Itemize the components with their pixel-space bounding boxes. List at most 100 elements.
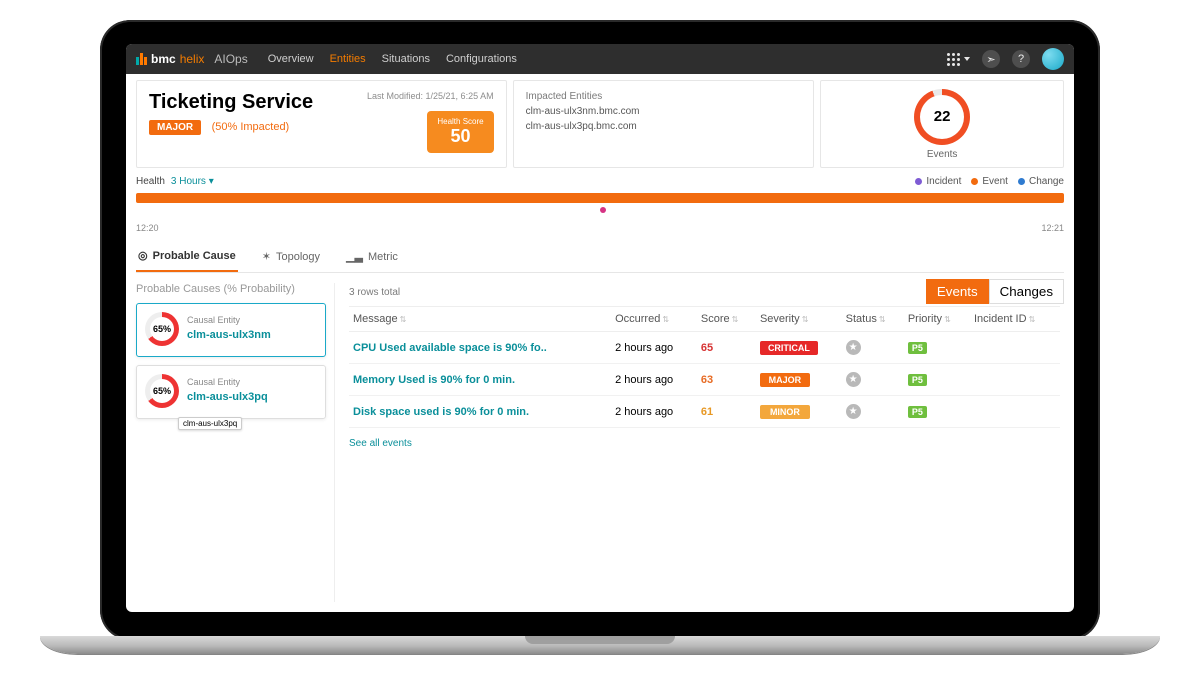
star-icon[interactable]: ★ [846,404,861,419]
star-icon[interactable]: ★ [846,340,861,355]
cell-message: Disk space used is 90% for 0 min. [349,396,611,428]
cell-score: 65 [697,332,756,364]
events-label: Events [927,149,958,160]
cell-incident [970,332,1060,364]
main-content: Probable Causes (% Probability) 65% Caus… [126,273,1074,612]
compass-icon[interactable]: ➣ [982,50,1000,68]
brand-main: bmc [151,52,176,66]
sort-icon: ⇅ [944,315,951,324]
cause-entity-link[interactable]: clm-aus-ulx3nm [187,329,271,341]
cell-incident [970,396,1060,428]
events-panel: Events Changes 3 rows total Message⇅ Occ… [334,283,1064,602]
causal-entity-label: Causal Entity [187,377,268,387]
sort-icon: ⇅ [802,315,809,324]
table-row[interactable]: Disk space used is 90% for 0 min. 2 hours… [349,396,1060,428]
cell-score: 63 [697,364,756,396]
health-range-select[interactable]: 3 Hours ▾ [171,176,214,187]
cell-score: 61 [697,396,756,428]
sort-icon: ⇅ [732,315,739,324]
cell-status: ★ [842,364,904,396]
toggle-events[interactable]: Events [926,279,989,304]
laptop-frame: bmc helix AIOps Overview Entities Situat… [100,20,1100,640]
cause-card[interactable]: 65% Causal Entity clm-aus-ulx3pq [136,365,326,419]
causal-entity-label: Causal Entity [187,315,271,325]
event-message-link[interactable]: Memory Used is 90% for 0 min. [353,374,515,386]
nav-configurations[interactable]: Configurations [446,53,517,65]
laptop-base [40,636,1160,654]
last-modified: Last Modified: 1/25/21, 6:25 AM [367,91,494,101]
cell-severity: MAJOR [756,364,842,396]
col-status[interactable]: Status⇅ [842,307,904,332]
health-label: Health [136,176,165,187]
col-message[interactable]: Message⇅ [349,307,611,332]
chart-icon: ▁▃ [346,250,363,263]
bmc-bars-icon [136,53,147,65]
user-avatar[interactable] [1042,48,1064,70]
events-changes-toggle: Events Changes [926,279,1064,304]
toggle-changes[interactable]: Changes [989,279,1064,304]
event-message-link[interactable]: CPU Used available space is 90% fo.. [353,342,547,354]
brand-sub: helix [180,52,205,66]
legend-change: Change [1018,176,1064,187]
timeline-track[interactable] [136,193,1064,203]
help-icon[interactable]: ? [1012,50,1030,68]
impacted-title: Impacted Entities [526,91,802,102]
nav-overview[interactable]: Overview [268,53,314,65]
product-name: AIOps [214,52,247,66]
top-nav: bmc helix AIOps Overview Entities Situat… [126,44,1074,74]
cell-status: ★ [842,332,904,364]
cause-card[interactable]: 65% Causal Entity clm-aus-ulx3nm [136,303,326,357]
table-row[interactable]: CPU Used available space is 90% fo.. 2 ho… [349,332,1060,364]
tab-metric[interactable]: ▁▃ Metric [344,243,400,272]
tab-probable-cause[interactable]: ◎ Probable Cause [136,243,238,272]
impacted-pct: (50% Impacted) [212,121,290,133]
cell-occurred: 2 hours ago [611,364,697,396]
legend: Incident Event Change [915,176,1064,187]
impacted-item: clm-aus-ulx3pq.bmc.com [526,121,802,132]
impacted-card: Impacted Entities clm-aus-ulx3nm.bmc.com… [513,80,815,168]
hover-tooltip: clm-aus-ulx3pq [178,417,242,430]
cell-priority: P5 [904,332,970,364]
cell-occurred: 2 hours ago [611,396,697,428]
sort-icon: ⇅ [879,315,886,324]
col-score[interactable]: Score⇅ [697,307,756,332]
probability-ring-icon: 65% [145,374,179,408]
star-icon[interactable]: ★ [846,372,861,387]
cell-occurred: 2 hours ago [611,332,697,364]
sort-icon: ⇅ [662,315,669,324]
events-card: 22 Events [820,80,1064,168]
health-timeline: Health 3 Hours ▾ Incident Event Change 1… [136,176,1064,233]
legend-incident: Incident [915,176,961,187]
service-title: Ticketing Service [149,91,313,114]
see-all-events[interactable]: See all events [349,438,1060,449]
col-priority[interactable]: Priority⇅ [904,307,970,332]
brand-logo: bmc helix AIOps [136,52,248,66]
probability-value: 65% [150,379,174,403]
event-message-link[interactable]: Disk space used is 90% for 0 min. [353,406,529,418]
health-score-label: Health Score [437,117,483,126]
col-incident[interactable]: Incident ID⇅ [970,307,1060,332]
legend-event: Event [971,176,1008,187]
apps-menu[interactable] [947,53,970,66]
table-row[interactable]: Memory Used is 90% for 0 min. 2 hours ago… [349,364,1060,396]
probable-causes-panel: Probable Causes (% Probability) 65% Caus… [136,283,326,602]
header-cards: Ticketing Service MAJOR (50% Impacted) L… [126,74,1074,168]
cell-incident [970,364,1060,396]
time-start: 12:20 [136,223,159,233]
health-score-tile: Health Score 50 [427,111,493,153]
cell-message: CPU Used available space is 90% fo.. [349,332,611,364]
nav-situations[interactable]: Situations [382,53,430,65]
nav-entities[interactable]: Entities [330,53,366,65]
events-table: Message⇅ Occurred⇅ Score⇅ Severity⇅ Stat… [349,306,1060,428]
probability-value: 65% [150,317,174,341]
sort-icon: ⇅ [1029,315,1036,324]
probability-ring-icon: 65% [145,312,179,346]
col-occurred[interactable]: Occurred⇅ [611,307,697,332]
detail-tabs: ◎ Probable Cause ✶ Topology ▁▃ Metric [136,243,1064,273]
cause-entity-link[interactable]: clm-aus-ulx3pq [187,391,268,403]
col-severity[interactable]: Severity⇅ [756,307,842,332]
events-count: 22 [920,95,964,139]
severity-badge: MAJOR [149,120,201,135]
cell-message: Memory Used is 90% for 0 min. [349,364,611,396]
tab-topology[interactable]: ✶ Topology [260,243,322,272]
